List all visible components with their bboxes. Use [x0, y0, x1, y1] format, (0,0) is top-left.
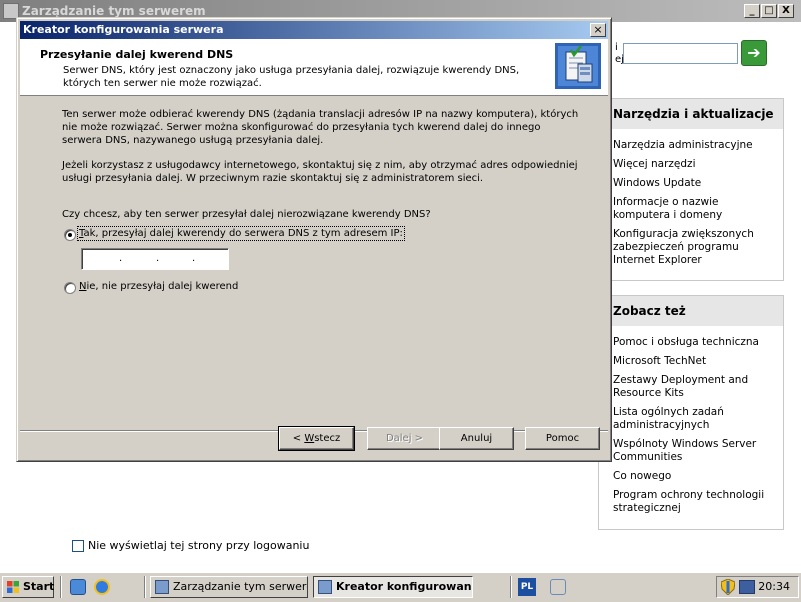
taskbar: Start Zarządzanie tym serwerem Kreator k… [0, 572, 801, 602]
ip-separator: . [192, 253, 196, 264]
intro-paragraph: Ten serwer może odbierać kwerendy DNS (ż… [62, 109, 579, 146]
security-shield-icon[interactable] [721, 579, 735, 595]
link-strategic-protection[interactable]: Program ochrony technologii strategiczne… [613, 489, 777, 515]
ip-address-input[interactable]: . . . [81, 248, 229, 270]
link-windows-update[interactable]: Windows Update [613, 177, 777, 190]
help-button[interactable]: Pomoc [525, 427, 600, 450]
dont-show-label[interactable]: Nie wyświetlaj tej strony przy logowaniu [88, 539, 309, 552]
clock[interactable]: 20:34 [758, 580, 790, 593]
taskbar-separator [60, 576, 62, 598]
link-technet[interactable]: Microsoft TechNet [613, 355, 777, 368]
isp-paragraph: Jeżeli korzystasz z usługodawcy internet… [62, 160, 578, 184]
wizard-app-icon [318, 580, 332, 594]
network-icon[interactable] [739, 580, 755, 594]
ie-shortcut-icon[interactable] [70, 579, 86, 595]
link-ie-esc[interactable]: Konfiguracja zwiększonych zabezpieczeń p… [613, 228, 777, 267]
system-tray: 20:34 [716, 576, 799, 598]
dialog-title: Kreator konfigurowania serwera [23, 23, 224, 36]
close-button[interactable]: X [778, 4, 794, 18]
taskbar-separator [144, 576, 146, 598]
search-input[interactable] [623, 43, 738, 64]
taskbar-item-manage-server[interactable]: Zarządzanie tym serwerem [150, 576, 308, 598]
forward-no-radio[interactable] [64, 282, 76, 294]
ip-separator: . [156, 253, 160, 264]
link-resource-kits[interactable]: Zestawy Deployment and Resource Kits [613, 374, 777, 400]
link-whats-new[interactable]: Co nowego [613, 470, 777, 483]
server-app-icon [155, 580, 169, 594]
windows-logo-icon [7, 581, 19, 593]
dont-show-checkbox[interactable] [72, 540, 84, 552]
wizard-server-icon [555, 43, 601, 89]
link-computer-name[interactable]: Informacje o nazwie komputera i domeny [613, 196, 777, 222]
tools-panel-heading: Narzędzia i aktualizacje [599, 99, 783, 129]
wizard-dialog: Kreator konfigurowania serwera × Przesył… [16, 17, 612, 462]
link-admin-tasks[interactable]: Lista ogólnych zadań administracyjnych [613, 406, 777, 432]
cancel-button[interactable]: Anuluj [439, 427, 514, 450]
link-more-tools[interactable]: Więcej narzędzi [613, 158, 777, 171]
step-description: Serwer DNS, który jest oznaczony jako us… [63, 65, 520, 89]
start-button[interactable]: Start [2, 576, 54, 598]
ip-separator: . [119, 253, 123, 264]
see-also-heading: Zobacz też [599, 296, 783, 326]
dialog-titlebar[interactable]: Kreator konfigurowania serwera × [20, 21, 608, 39]
forward-no-label[interactable]: Nie, nie przesyłaj dalej kwerend [79, 281, 238, 292]
tools-panel: Narzędzia i aktualizacje Narzędzia admin… [598, 98, 784, 281]
link-admin-tools[interactable]: Narzędzia administracyjne [613, 139, 777, 152]
back-button[interactable]: < Wstecz [278, 426, 355, 451]
background-window-title: Zarządzanie tym serwerem [22, 4, 206, 18]
taskbar-separator [510, 576, 512, 598]
dialog-body: Ten serwer może odbierać kwerendy DNS (ż… [20, 97, 608, 409]
keyboard-icon[interactable] [550, 579, 566, 595]
step-title: Przesyłanie dalej kwerend DNS [40, 48, 234, 61]
language-indicator[interactable]: PL [518, 578, 536, 596]
forward-question: Czy chcesz, aby ten serwer przesyłał dal… [62, 209, 431, 220]
taskbar-item-wizard[interactable]: Kreator konfigurowan... [313, 576, 473, 598]
dialog-header: Przesyłanie dalej kwerend DNS Serwer DNS… [20, 39, 608, 96]
link-help-support[interactable]: Pomoc i obsługa techniczna [613, 336, 777, 349]
ie-browser-icon[interactable] [94, 579, 110, 595]
start-label: Start [23, 580, 55, 593]
dialog-close-button[interactable]: × [590, 23, 606, 37]
radio-selected-dot [68, 233, 72, 237]
next-button[interactable]: Dalej > [367, 427, 442, 450]
minimize-button[interactable]: _ [744, 4, 760, 18]
link-communities[interactable]: Wspólnoty Windows Server Communities [613, 438, 777, 464]
forward-yes-radio[interactable] [64, 229, 76, 241]
forward-yes-label[interactable]: Tak, przesyłaj dalej kwerendy do serwera… [77, 226, 405, 241]
see-also-panel: Zobacz też Pomoc i obsługa techniczna Mi… [598, 295, 784, 530]
arrow-right-icon[interactable]: ➔ [741, 40, 767, 66]
maximize-button[interactable]: □ [761, 4, 777, 18]
